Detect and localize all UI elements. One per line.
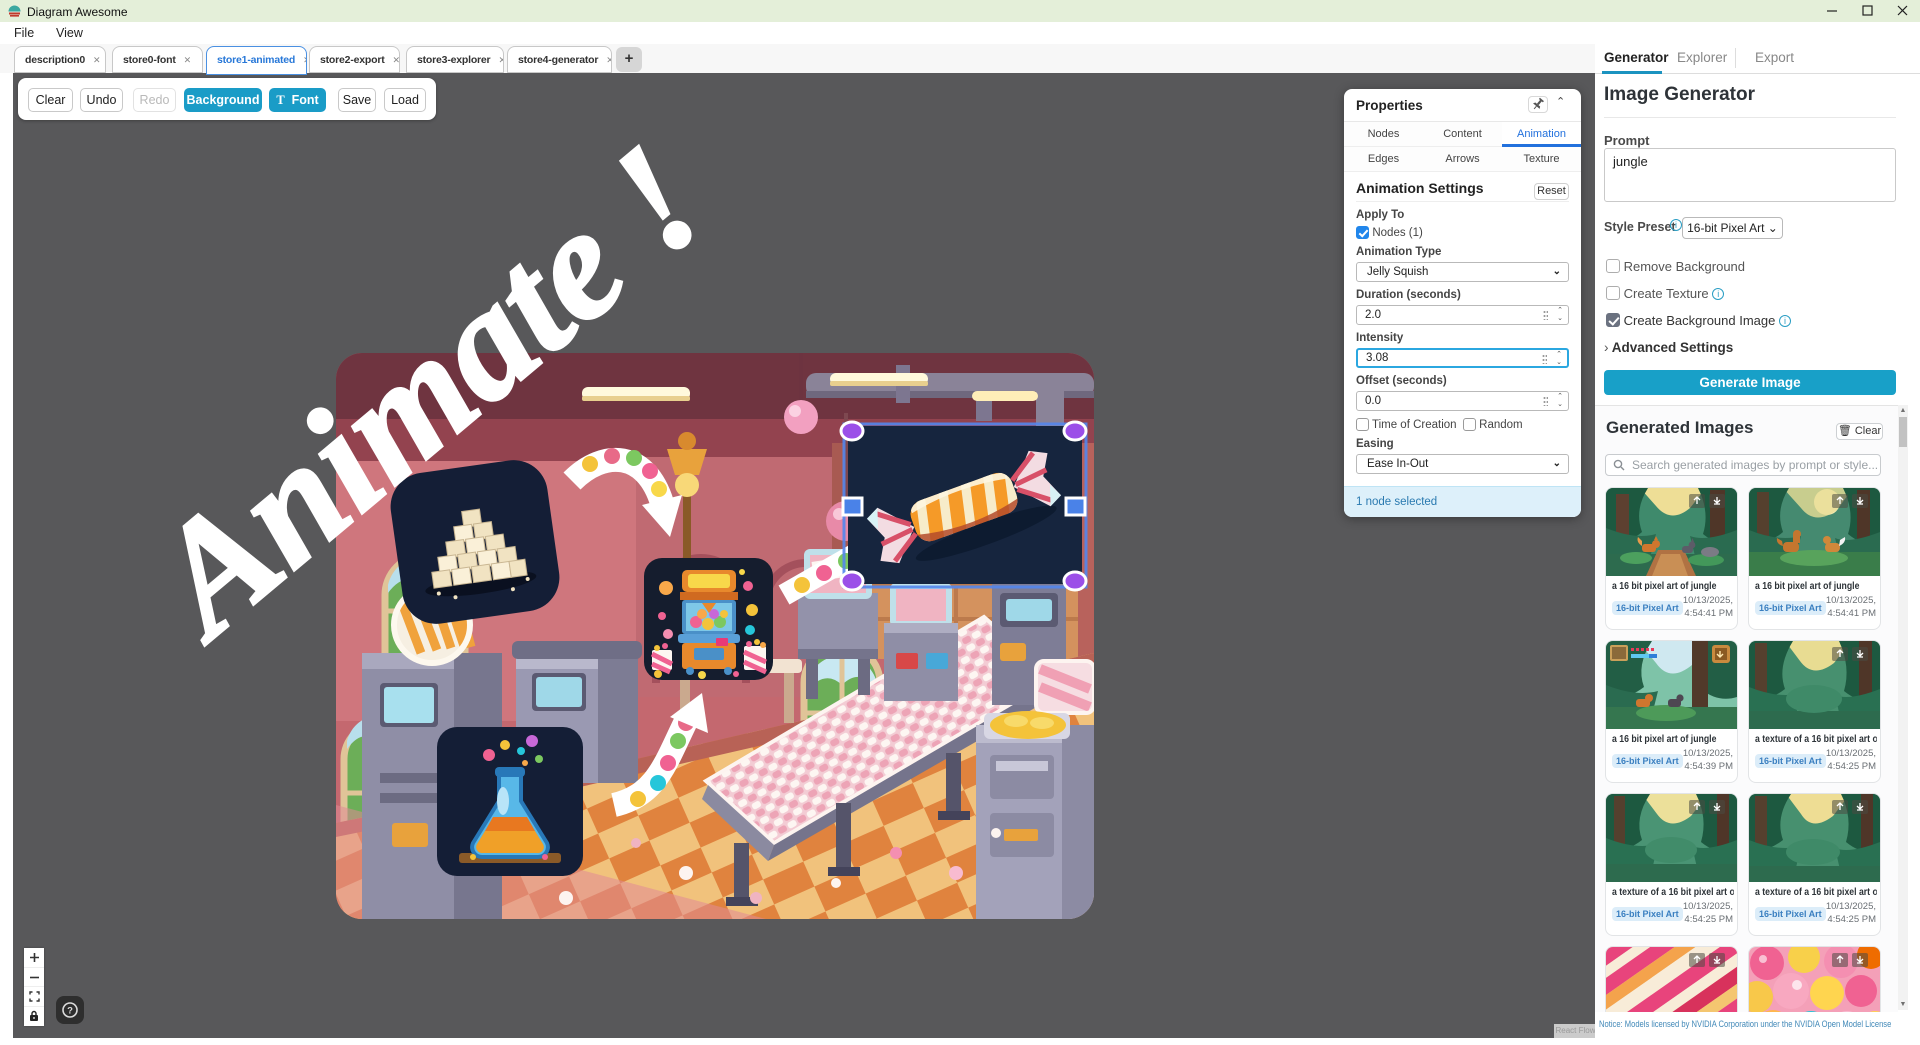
svg-text:Animate !: Animate !: [181, 135, 735, 673]
svg-text:?: ?: [67, 1006, 73, 1017]
